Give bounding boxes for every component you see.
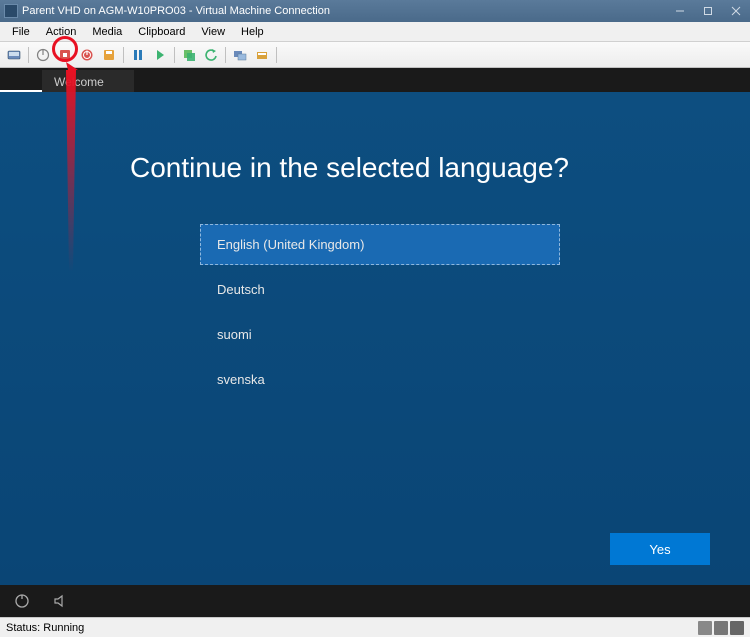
- menu-action[interactable]: Action: [38, 24, 85, 40]
- revert-icon[interactable]: [201, 45, 221, 65]
- checkpoint-icon[interactable]: [179, 45, 199, 65]
- close-button[interactable]: [722, 0, 750, 22]
- language-option-suomi[interactable]: suomi: [200, 314, 560, 355]
- language-option-english[interactable]: English (United Kingdom): [200, 224, 560, 265]
- shut-down-icon[interactable]: [77, 45, 97, 65]
- window-controls: [666, 0, 750, 22]
- oobe-tab-row: Welcome: [0, 68, 750, 92]
- share-icon[interactable]: [252, 45, 272, 65]
- volume-icon[interactable]: [52, 593, 68, 609]
- maximize-button[interactable]: [694, 0, 722, 22]
- oobe-bottom-bar: [0, 585, 750, 617]
- status-bar: Status: Running: [0, 617, 750, 637]
- turn-off-icon[interactable]: [55, 45, 75, 65]
- menu-media[interactable]: Media: [84, 24, 130, 40]
- language-option-deutsch[interactable]: Deutsch: [200, 269, 560, 310]
- toolbar-separator: [225, 47, 226, 63]
- language-list: English (United Kingdom) Deutsch suomi s…: [200, 224, 560, 404]
- pause-icon[interactable]: [128, 45, 148, 65]
- status-indicator-icon: [698, 621, 712, 635]
- status-lock-icon: [730, 621, 744, 635]
- menu-file[interactable]: File: [4, 24, 38, 40]
- language-option-svenska[interactable]: svenska: [200, 359, 560, 400]
- toolbar-separator: [123, 47, 124, 63]
- status-icons: [698, 621, 744, 635]
- reset-icon[interactable]: [150, 45, 170, 65]
- window-title: Parent VHD on AGM-W10PRO03 - Virtual Mac…: [22, 5, 666, 17]
- title-bar: Parent VHD on AGM-W10PRO03 - Virtual Mac…: [0, 0, 750, 22]
- status-disk-icon: [714, 621, 728, 635]
- menu-clipboard[interactable]: Clipboard: [130, 24, 193, 40]
- menu-view[interactable]: View: [193, 24, 233, 40]
- status-text: Status: Running: [6, 622, 698, 634]
- save-icon[interactable]: [99, 45, 119, 65]
- start-icon[interactable]: [33, 45, 53, 65]
- enhanced-session-icon[interactable]: [230, 45, 250, 65]
- toolbar-separator: [174, 47, 175, 63]
- menu-bar: File Action Media Clipboard View Help: [0, 22, 750, 42]
- tab-indicator: [0, 68, 42, 92]
- vm-display: Welcome Continue in the selected languag…: [0, 68, 750, 617]
- oobe-content: Continue in the selected language? Engli…: [0, 92, 750, 585]
- app-icon: [4, 4, 18, 18]
- toolbar: [0, 42, 750, 68]
- tab-welcome[interactable]: Welcome: [42, 70, 134, 92]
- menu-help[interactable]: Help: [233, 24, 272, 40]
- minimize-button[interactable]: [666, 0, 694, 22]
- accessibility-icon[interactable]: [14, 593, 30, 609]
- toolbar-separator: [276, 47, 277, 63]
- toolbar-separator: [28, 47, 29, 63]
- page-heading: Continue in the selected language?: [130, 152, 700, 184]
- yes-button[interactable]: Yes: [610, 533, 710, 565]
- ctrl-alt-del-icon[interactable]: [4, 45, 24, 65]
